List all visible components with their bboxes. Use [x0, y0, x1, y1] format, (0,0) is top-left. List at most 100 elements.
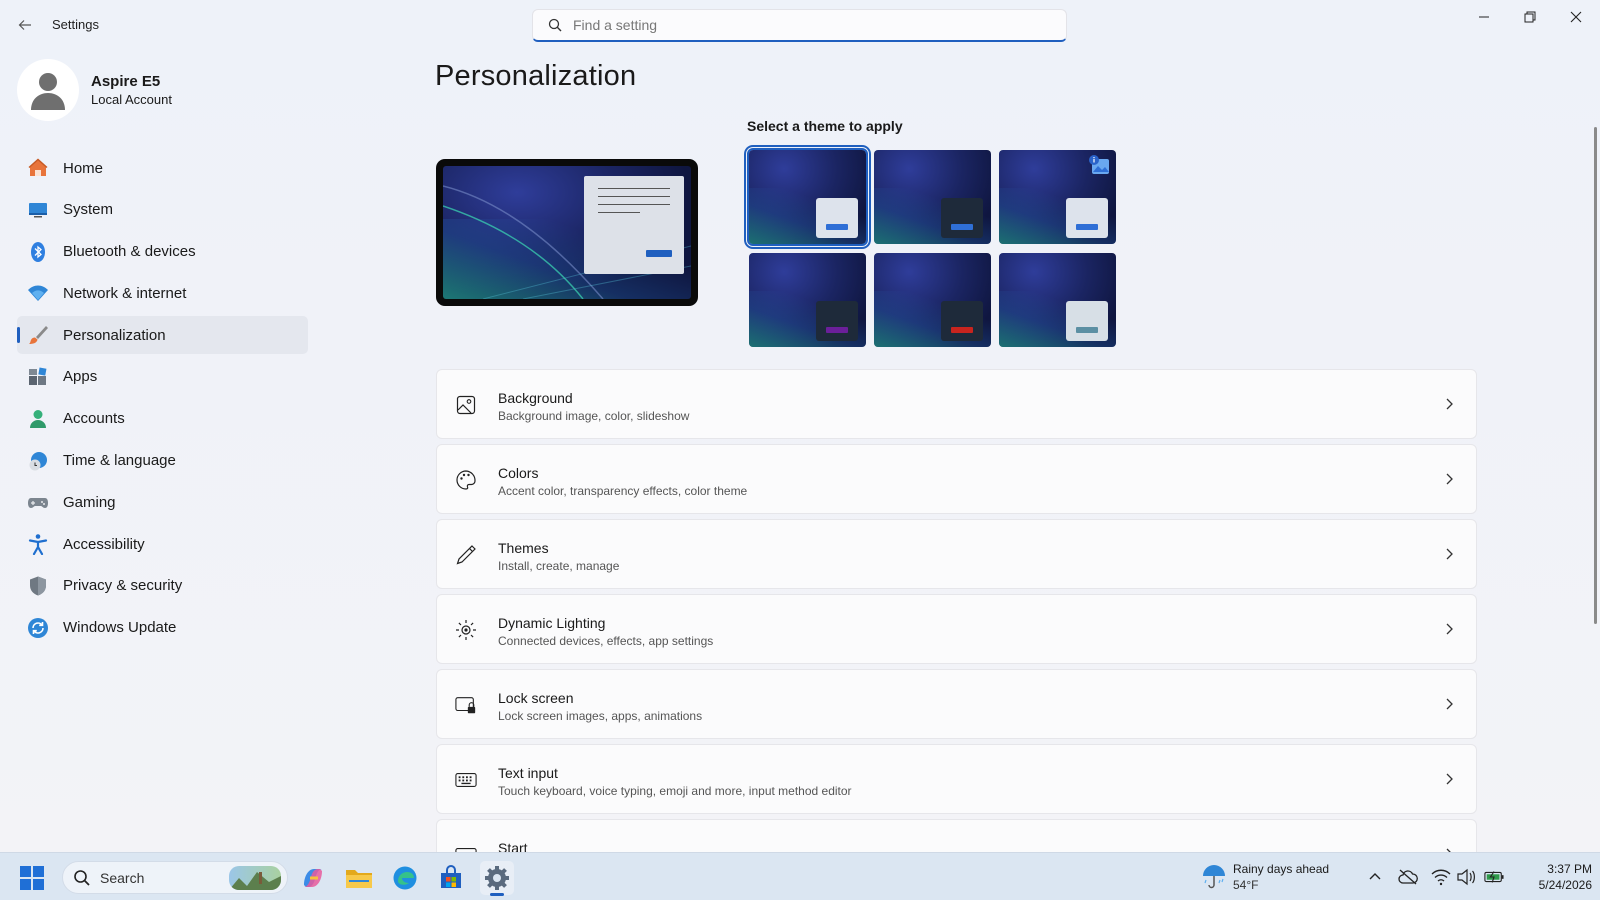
- theme-window-mock: [816, 301, 858, 341]
- card-subtitle: Install, create, manage: [498, 559, 620, 573]
- sidebar-item-bluetooth[interactable]: Bluetooth & devices: [17, 233, 308, 271]
- settings-search-box[interactable]: [532, 9, 1067, 42]
- sidebar-item-label: System: [63, 201, 114, 219]
- settings-search-input[interactable]: [573, 17, 1043, 33]
- start-icon: [455, 844, 477, 852]
- wifi-icon: [27, 282, 49, 304]
- image-icon: [455, 394, 477, 416]
- sidebar-item-home[interactable]: Home: [17, 149, 308, 187]
- theme-window-mock: [941, 198, 983, 238]
- weather-widget[interactable]: Rainy days ahead 54°F: [1198, 859, 1348, 895]
- user-name: Aspire E5: [91, 73, 161, 90]
- taskbar-store[interactable]: [434, 861, 468, 895]
- accessibility-icon: [27, 533, 49, 556]
- theme-tile[interactable]: [874, 253, 991, 347]
- preview-window-mock: [584, 176, 684, 274]
- tray-onedrive-offline[interactable]: [1398, 867, 1418, 887]
- sidebar-item-accounts[interactable]: Accounts: [17, 400, 308, 438]
- card-title: Colors: [498, 465, 539, 481]
- search-icon: [547, 17, 563, 33]
- gamepad-icon: [27, 491, 49, 513]
- sidebar-item-network[interactable]: Network & internet: [17, 274, 308, 312]
- taskbar-clock[interactable]: 3:37 PM 5/24/2026: [1512, 861, 1592, 893]
- taskbar-edge[interactable]: [388, 861, 422, 895]
- taskbar-file-explorer[interactable]: [342, 861, 376, 895]
- account-type: Local Account: [91, 92, 172, 107]
- speaker-icon: [1457, 868, 1475, 886]
- avatar[interactable]: [17, 59, 79, 121]
- tray-volume[interactable]: [1456, 867, 1476, 887]
- card-text-input[interactable]: Text input Touch keyboard, voice typing,…: [436, 744, 1477, 814]
- chevron-up-icon: [1369, 873, 1381, 880]
- theme-tile[interactable]: [999, 150, 1116, 244]
- tray-battery[interactable]: [1484, 867, 1504, 887]
- card-dynamic-lighting[interactable]: Dynamic Lighting Connected devices, effe…: [436, 594, 1477, 664]
- tray-network[interactable]: [1431, 867, 1451, 887]
- content-scrollbar[interactable]: [1594, 127, 1597, 624]
- chevron-right-icon: [1446, 773, 1453, 785]
- sidebar-item-label: Privacy & security: [63, 577, 183, 595]
- taskbar-search[interactable]: Search: [62, 861, 288, 894]
- card-background[interactable]: Background Background image, color, slid…: [436, 369, 1477, 439]
- gear-icon: [485, 866, 509, 890]
- theme-tile[interactable]: [999, 253, 1116, 347]
- theme-window-mock: [816, 198, 858, 238]
- theme-preview-wallpaper: [443, 166, 691, 299]
- theme-grid: [747, 148, 1119, 350]
- start-button[interactable]: [19, 865, 45, 891]
- card-title: Dynamic Lighting: [498, 615, 606, 631]
- system-icon: [27, 199, 49, 221]
- sidebar-item-system[interactable]: System: [17, 191, 308, 229]
- card-themes[interactable]: Themes Install, create, manage: [436, 519, 1477, 589]
- card-subtitle: Connected devices, effects, app settings: [498, 634, 714, 648]
- theme-tile[interactable]: [874, 150, 991, 244]
- sidebar-item-label: Apps: [63, 368, 98, 386]
- sidebar-item-label: Bluetooth & devices: [63, 243, 196, 261]
- sidebar-item-accessibility[interactable]: Accessibility: [17, 525, 308, 563]
- chevron-right-icon: [1446, 698, 1453, 710]
- apps-icon: [27, 366, 49, 388]
- preview-accent-button: [646, 250, 672, 257]
- sidebar-item-personalization[interactable]: Personalization: [17, 316, 308, 355]
- theme-tile[interactable]: [749, 253, 866, 347]
- restore-button[interactable]: [1507, 0, 1553, 34]
- card-title: Text input: [498, 765, 558, 781]
- pen-icon: [455, 544, 477, 566]
- show-hidden-icons-button[interactable]: [1365, 867, 1385, 887]
- close-button[interactable]: [1553, 0, 1599, 34]
- user-avatar-icon: [31, 73, 65, 110]
- sidebar-item-windows-update[interactable]: Windows Update: [17, 609, 308, 647]
- windows-logo-icon: [20, 866, 44, 890]
- card-subtitle: Accent color, transparency effects, colo…: [498, 484, 748, 498]
- brush-icon: [27, 324, 49, 346]
- back-button[interactable]: [12, 12, 38, 38]
- card-subtitle: Lock screen images, apps, animations: [498, 709, 703, 723]
- sidebar-item-time-language[interactable]: Time & language: [17, 442, 308, 480]
- card-start[interactable]: Start: [436, 819, 1477, 852]
- sidebar-item-label: Gaming: [63, 493, 116, 511]
- title-bar: Settings: [0, 0, 1600, 50]
- sidebar-item-label: Home: [63, 159, 104, 177]
- copilot-icon: [304, 869, 322, 887]
- card-title: Start: [498, 840, 528, 852]
- taskbar: Search Rainy days ahead 54°F 3:37 PM 5/2…: [0, 852, 1600, 900]
- sidebar-item-gaming[interactable]: Gaming: [17, 483, 308, 521]
- settings-cards: Background Background image, color, slid…: [436, 369, 1477, 852]
- taskbar-search-label: Search: [100, 870, 145, 886]
- taskbar-copilot[interactable]: [296, 861, 330, 895]
- card-subtitle: Touch keyboard, voice typing, emoji and …: [498, 784, 852, 798]
- theme-window-mock: [1066, 198, 1108, 238]
- card-subtitle: Background image, color, slideshow: [498, 409, 690, 423]
- card-lock-screen[interactable]: Lock screen Lock screen images, apps, an…: [436, 669, 1477, 739]
- theme-tile[interactable]: [747, 148, 868, 246]
- sidebar-item-label: Accounts: [63, 410, 125, 428]
- card-colors[interactable]: Colors Accent color, transparency effect…: [436, 444, 1477, 514]
- taskbar-settings[interactable]: [480, 861, 514, 896]
- accounts-icon: [27, 408, 49, 430]
- chevron-right-icon: [1446, 623, 1453, 635]
- minimize-button[interactable]: [1461, 0, 1507, 34]
- sidebar-item-apps[interactable]: Apps: [17, 358, 308, 396]
- restore-icon: [1524, 11, 1536, 23]
- lock-screen-icon: [455, 694, 477, 716]
- sidebar-item-privacy-security[interactable]: Privacy & security: [17, 567, 308, 605]
